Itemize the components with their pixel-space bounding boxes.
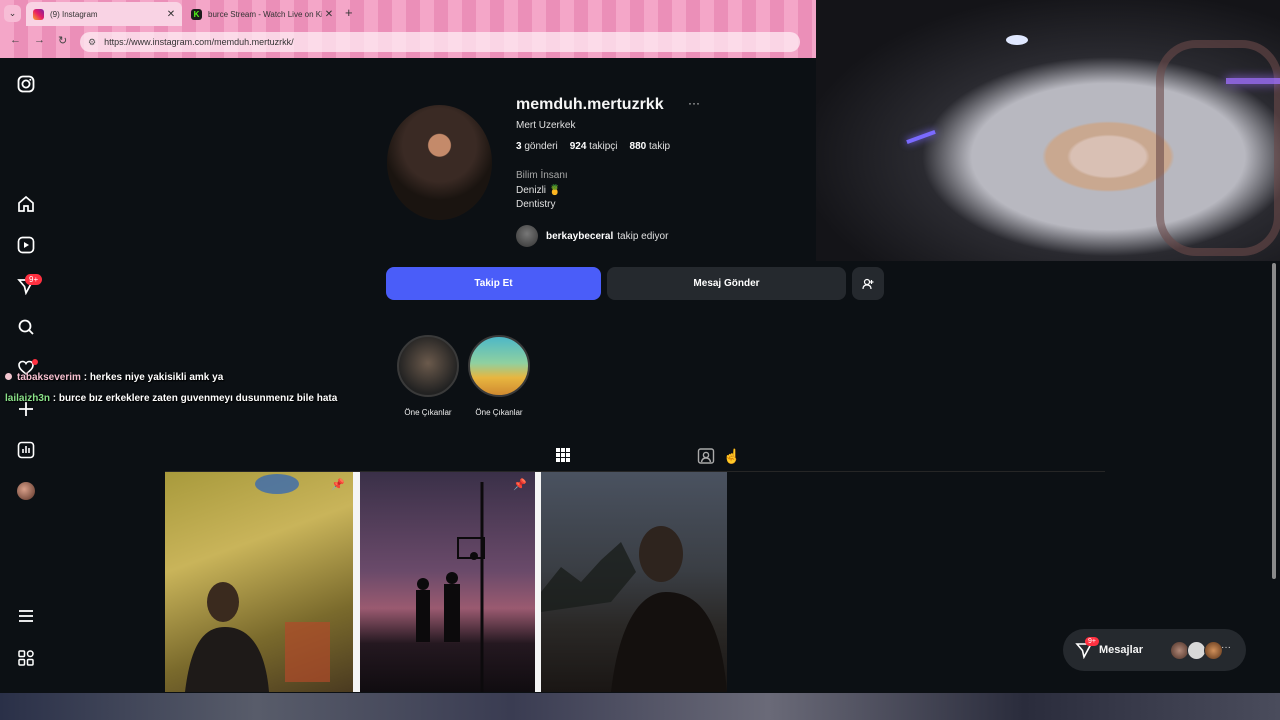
followed-by[interactable]: berkaybeceral takip ediyor xyxy=(516,225,668,247)
messages-pill[interactable]: 9+ Mesajlar ··· xyxy=(1063,629,1246,671)
site-info-icon[interactable]: ⚙ xyxy=(88,37,96,48)
tagged-user-icon xyxy=(697,448,715,464)
home-icon[interactable] xyxy=(14,192,38,216)
following-stat[interactable]: 880 takip xyxy=(630,141,671,152)
profile-full-name: Mert Uzerkek xyxy=(516,120,576,131)
url-input[interactable]: ⚙ https://www.instagram.com/memduh.mertu… xyxy=(80,32,800,52)
neon-light xyxy=(1226,78,1280,84)
follower-avatar xyxy=(516,225,538,247)
grid-gap xyxy=(353,472,360,692)
reload-icon[interactable]: ↻ xyxy=(58,34,67,47)
chat-message: lailaizh3n : burce bız erkeklere zaten g… xyxy=(5,393,337,404)
posts-stat: 3 gönderi xyxy=(516,141,558,152)
tab-title: (9) Instagram xyxy=(50,9,98,19)
stream-bottom-strip xyxy=(0,693,1280,720)
url-text: https://www.instagram.com/memduh.mertuzr… xyxy=(104,37,294,47)
grid-icon xyxy=(556,448,570,462)
tab-tagged[interactable] xyxy=(697,447,715,470)
browser-chrome: ⌄ (9) Instagram ✕ K burce Stream - Watch… xyxy=(0,0,816,58)
scrollbar-thumb[interactable] xyxy=(1272,263,1276,579)
activity-dot xyxy=(32,359,38,365)
bio-line: Denizli 🍍 xyxy=(516,185,562,196)
more-conversations-icon: ··· xyxy=(1221,642,1231,653)
reels-icon[interactable] xyxy=(14,233,38,257)
followed-by-text: takip ediyor xyxy=(617,230,669,242)
message-button[interactable]: Mesaj Gönder xyxy=(607,267,846,300)
profile-picture[interactable] xyxy=(387,105,492,220)
highlight-cover xyxy=(468,335,530,397)
post-thumbnail[interactable] xyxy=(541,472,727,692)
new-tab-icon[interactable]: + xyxy=(345,5,353,20)
chat-username: lailaizh3n xyxy=(5,393,51,404)
chat-text: : burce bız erkeklere zaten guvenmeyı du… xyxy=(50,393,338,404)
chat-badge-icon xyxy=(5,373,12,380)
instagram-logo-icon[interactable] xyxy=(14,72,38,96)
also-from-meta-icon[interactable] xyxy=(14,646,38,670)
tab-posts[interactable] xyxy=(540,444,586,473)
follower-username: berkaybeceral xyxy=(546,230,614,242)
instagram-favicon-icon xyxy=(33,8,44,20)
post-image xyxy=(541,526,727,692)
profile-stats: 3 gönderi 924 takipçi 880 takip xyxy=(516,141,670,152)
post-image xyxy=(416,482,485,692)
close-tab-icon[interactable]: ✕ xyxy=(164,9,178,20)
neon-light xyxy=(906,129,936,145)
search-icon[interactable] xyxy=(14,315,38,339)
messages-badge: 9+ xyxy=(1085,637,1099,646)
browser-tab-kick[interactable]: K burce Stream - Watch Live on Ki ✕ xyxy=(184,2,340,26)
address-bar-row: ← → ↻ ⚙ https://www.instagram.com/memduh… xyxy=(0,28,816,56)
page-scrollbar[interactable] xyxy=(1271,261,1277,693)
post-thumbnail[interactable]: 📌 xyxy=(360,472,535,692)
chat-message: tabakseverim : herkes niye yakisikli amk… xyxy=(5,372,223,383)
story-highlight[interactable]: Öne Çıkanlar xyxy=(397,335,459,417)
follow-button[interactable]: Takip Et xyxy=(386,267,601,300)
suggested-users-button[interactable] xyxy=(852,267,884,300)
add-user-icon xyxy=(862,278,874,289)
post-thumbnail[interactable]: 📌 xyxy=(165,472,353,692)
bio-line: Dentistry xyxy=(516,199,556,210)
chat-username: tabakseverim xyxy=(17,372,81,383)
highlight-label: Öne Çıkanlar xyxy=(475,408,523,417)
tab-strip: ⌄ (9) Instagram ✕ K burce Stream - Watch… xyxy=(0,0,816,27)
post-image xyxy=(185,474,330,692)
browser-tab-instagram[interactable]: (9) Instagram ✕ xyxy=(26,2,182,26)
tab-search-dropdown[interactable]: ⌄ xyxy=(4,5,21,22)
webcam-overlay xyxy=(816,0,1280,261)
mouse-cursor-icon: ☝ xyxy=(723,448,741,464)
profile-username: memduh.mertuzrkk xyxy=(516,96,664,113)
highlight-cover xyxy=(397,335,459,397)
instagram-sidebar: 9+ xyxy=(0,58,54,720)
tab-title: burce Stream - Watch Live on Ki xyxy=(208,9,322,19)
back-icon[interactable]: ← xyxy=(10,34,21,46)
options-icon[interactable]: ··· xyxy=(688,96,700,110)
menu-icon[interactable] xyxy=(14,604,38,628)
close-tab-icon[interactable]: ✕ xyxy=(322,9,336,20)
dashboard-icon[interactable] xyxy=(14,438,38,462)
chat-text: : herkes niye yakisikli amk ya xyxy=(80,372,224,383)
highlight-label: Öne Çıkanlar xyxy=(404,408,452,417)
gaming-chair xyxy=(1156,40,1280,256)
notifications-badge: 9+ xyxy=(25,274,43,285)
story-highlight[interactable]: Öne Çıkanlar xyxy=(468,335,530,417)
profile-category: Bilim İnsanı xyxy=(516,170,568,181)
kick-favicon-icon: K xyxy=(191,8,202,20)
forward-icon[interactable]: → xyxy=(34,34,45,46)
followers-stat[interactable]: 924 takipçi xyxy=(570,141,618,152)
profile-avatar[interactable] xyxy=(17,482,35,500)
lamp xyxy=(1006,35,1028,45)
messages-label: Mesajlar xyxy=(1099,644,1144,656)
